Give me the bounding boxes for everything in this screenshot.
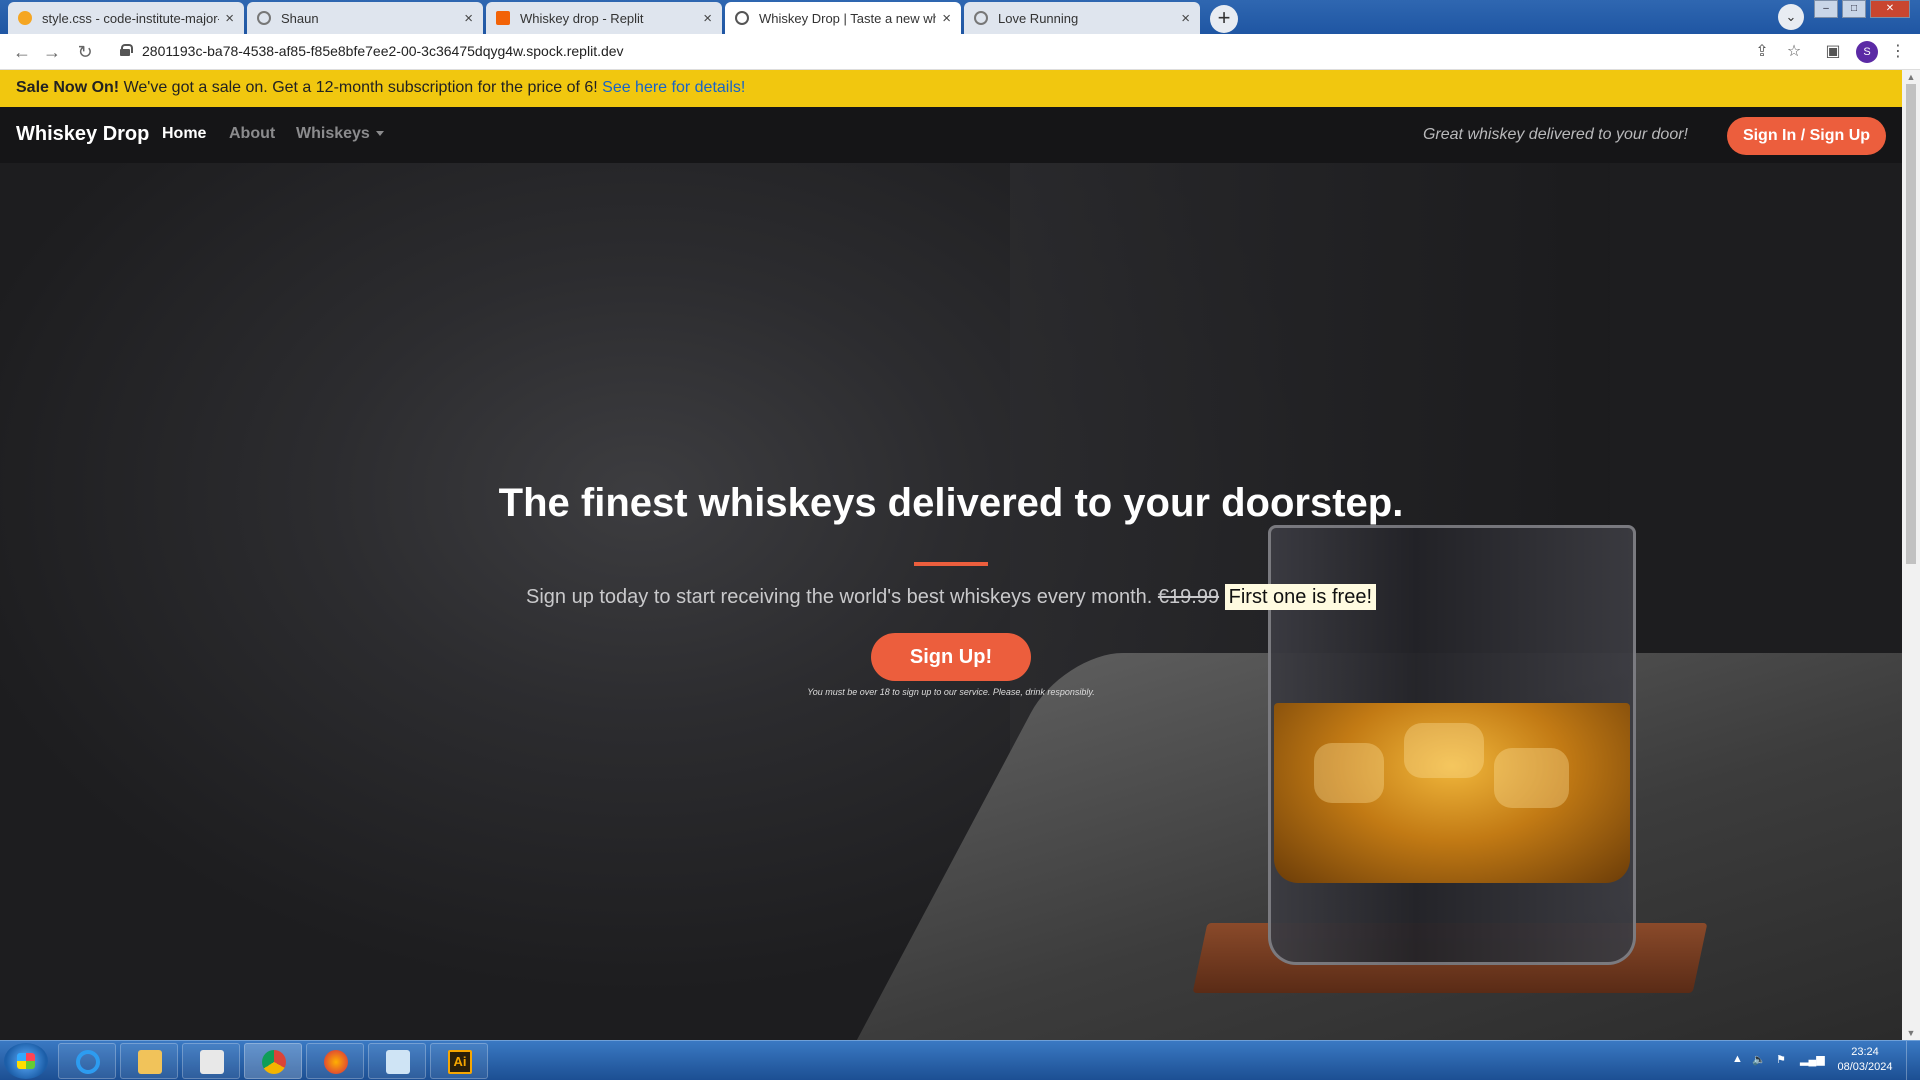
sign-up-button[interactable]: Sign Up!	[871, 633, 1031, 681]
taskbar-illustrator[interactable]: Ai	[430, 1043, 488, 1079]
back-arrow-icon[interactable]: ←	[10, 40, 34, 64]
taskbar-clock[interactable]: 23:24 08/03/2024	[1830, 1045, 1900, 1075]
whiskey-liquid-image	[1274, 703, 1630, 883]
windows-taskbar: Ai ▲ 🔈 ⚑ ▂▄▆ 23:24 08/03/2024	[0, 1040, 1920, 1080]
sign-in-button[interactable]: Sign In / Sign Up	[1727, 117, 1886, 155]
tab-whiskey-drop[interactable]: Whiskey Drop | Taste a new whisk ×	[725, 2, 961, 34]
tab-title: Shaun	[281, 10, 319, 26]
tab-replit[interactable]: Whiskey drop - Replit ×	[486, 2, 722, 34]
sale-banner-bold: Sale Now On!	[16, 79, 120, 96]
page-scrollbar[interactable]: ▲ ▼	[1902, 70, 1920, 1040]
network-signal-icon[interactable]: ▂▄▆	[1800, 1053, 1825, 1066]
browser-toolbar: ← → ↻ 2801193c-ba78-4538-af85-f85e8bfe7e…	[0, 34, 1920, 70]
tab-close-icon[interactable]: ×	[225, 10, 234, 27]
taskbar-firefox[interactable]	[306, 1043, 364, 1079]
tab-close-icon[interactable]: ×	[1181, 10, 1190, 27]
minimize-window-icon[interactable]: –	[1814, 0, 1838, 18]
sale-banner-text: We've got a sale on. Get a 12-month subs…	[119, 79, 603, 96]
old-price: €19.99	[1157, 586, 1220, 608]
forward-arrow-icon[interactable]: →	[40, 40, 64, 64]
browser-tab-strip: style.css - code-institute-major-p × Sha…	[0, 0, 1920, 34]
folder-icon	[138, 1050, 162, 1074]
side-panel-icon[interactable]: ▣	[1822, 41, 1844, 63]
taskbar-notepad[interactable]	[368, 1043, 426, 1079]
internet-explorer-icon	[76, 1050, 100, 1074]
scroll-down-arrow-icon[interactable]: ▼	[1902, 1026, 1920, 1040]
tab-title: Love Running	[998, 10, 1079, 26]
address-bar[interactable]: 2801193c-ba78-4538-af85-f85e8bfe7ee2-00-…	[142, 43, 624, 59]
show-desktop-button[interactable]	[1906, 1041, 1920, 1080]
tab-close-icon[interactable]: ×	[942, 10, 951, 27]
close-window-icon[interactable]: ✕	[1870, 0, 1910, 18]
hero-divider	[914, 562, 988, 566]
start-button-icon[interactable]	[4, 1043, 48, 1079]
hero-lead-text: Sign up today to start receiving the wor…	[525, 586, 1158, 608]
share-icon[interactable]: ⇪	[1751, 41, 1773, 63]
notepad-icon	[386, 1050, 410, 1074]
illustrator-icon: Ai	[448, 1050, 472, 1074]
profile-avatar[interactable]: S	[1856, 41, 1878, 63]
browser-menu-icon[interactable]: ⋮	[1887, 41, 1909, 63]
action-center-flag-icon[interactable]: ⚑	[1776, 1053, 1786, 1066]
scrollbar-thumb[interactable]	[1906, 84, 1916, 564]
reload-icon[interactable]: ↻	[73, 40, 97, 64]
tab-close-icon[interactable]: ×	[703, 10, 712, 27]
globe-favicon-icon	[257, 11, 271, 25]
site-brand[interactable]: Whiskey Drop	[16, 123, 149, 146]
ice-cube	[1494, 748, 1569, 808]
tab-close-icon[interactable]: ×	[464, 10, 473, 27]
media-player-icon	[200, 1050, 224, 1074]
bookmark-star-icon[interactable]: ☆	[1783, 41, 1805, 63]
hero-lead: Sign up today to start receiving the wor…	[0, 584, 1902, 610]
nav-tagline: Great whiskey delivered to your door!	[1422, 126, 1688, 143]
tab-love-running[interactable]: Love Running ×	[964, 2, 1200, 34]
globe-favicon-icon	[974, 11, 988, 25]
dropdown-caret-icon	[375, 131, 384, 137]
nav-whiskeys-label: Whiskeys	[296, 125, 370, 142]
replit-favicon-icon	[496, 11, 510, 25]
globe-favicon-icon	[735, 11, 749, 25]
maximize-window-icon[interactable]: □	[1842, 0, 1866, 18]
volume-icon[interactable]: 🔈	[1752, 1053, 1766, 1066]
taskbar-file-explorer[interactable]	[120, 1043, 178, 1079]
chrome-icon	[262, 1050, 286, 1074]
lock-icon[interactable]	[120, 44, 133, 56]
ice-cube	[1314, 743, 1384, 803]
ice-cube	[1404, 723, 1484, 778]
taskbar-chrome[interactable]	[244, 1043, 302, 1079]
scroll-up-arrow-icon[interactable]: ▲	[1902, 70, 1920, 84]
tab-search-chevron-icon[interactable]: ⌄	[1778, 4, 1804, 30]
nav-whiskeys-dropdown[interactable]: Whiskeys	[296, 125, 384, 143]
tab-shaun[interactable]: Shaun ×	[247, 2, 483, 34]
taskbar-internet-explorer[interactable]	[58, 1043, 116, 1079]
tray-expand-icon[interactable]: ▲	[1732, 1053, 1743, 1065]
new-tab-button[interactable]: +	[1210, 5, 1238, 33]
nav-home[interactable]: Home	[162, 125, 206, 143]
clock-date: 08/03/2024	[1837, 1061, 1893, 1073]
gitpod-favicon-icon	[18, 11, 32, 25]
page-viewport: Sale Now On! We've got a sale on. Get a …	[0, 70, 1902, 1040]
tab-title: style.css - code-institute-major-p	[42, 10, 220, 26]
tab-style-css[interactable]: style.css - code-institute-major-p ×	[8, 2, 244, 34]
hero-section: The finest whiskeys delivered to your do…	[0, 163, 1902, 1040]
taskbar-media-player[interactable]	[182, 1043, 240, 1079]
clock-time: 23:24	[1851, 1046, 1879, 1058]
sale-details-link[interactable]: See here for details!	[602, 79, 745, 96]
free-offer-highlight: First one is free!	[1224, 584, 1377, 610]
nav-about[interactable]: About	[229, 125, 275, 143]
tab-title: Whiskey Drop | Taste a new whisk	[759, 10, 937, 26]
tab-title: Whiskey drop - Replit	[520, 10, 644, 26]
sale-banner: Sale Now On! We've got a sale on. Get a …	[0, 70, 1902, 107]
age-disclaimer: You must be over 18 to sign up to our se…	[807, 687, 1095, 697]
firefox-icon	[324, 1050, 348, 1074]
site-navbar: Whiskey Drop Home About Whiskeys Great w…	[0, 107, 1902, 163]
hero-title: The finest whiskeys delivered to your do…	[498, 481, 1404, 525]
